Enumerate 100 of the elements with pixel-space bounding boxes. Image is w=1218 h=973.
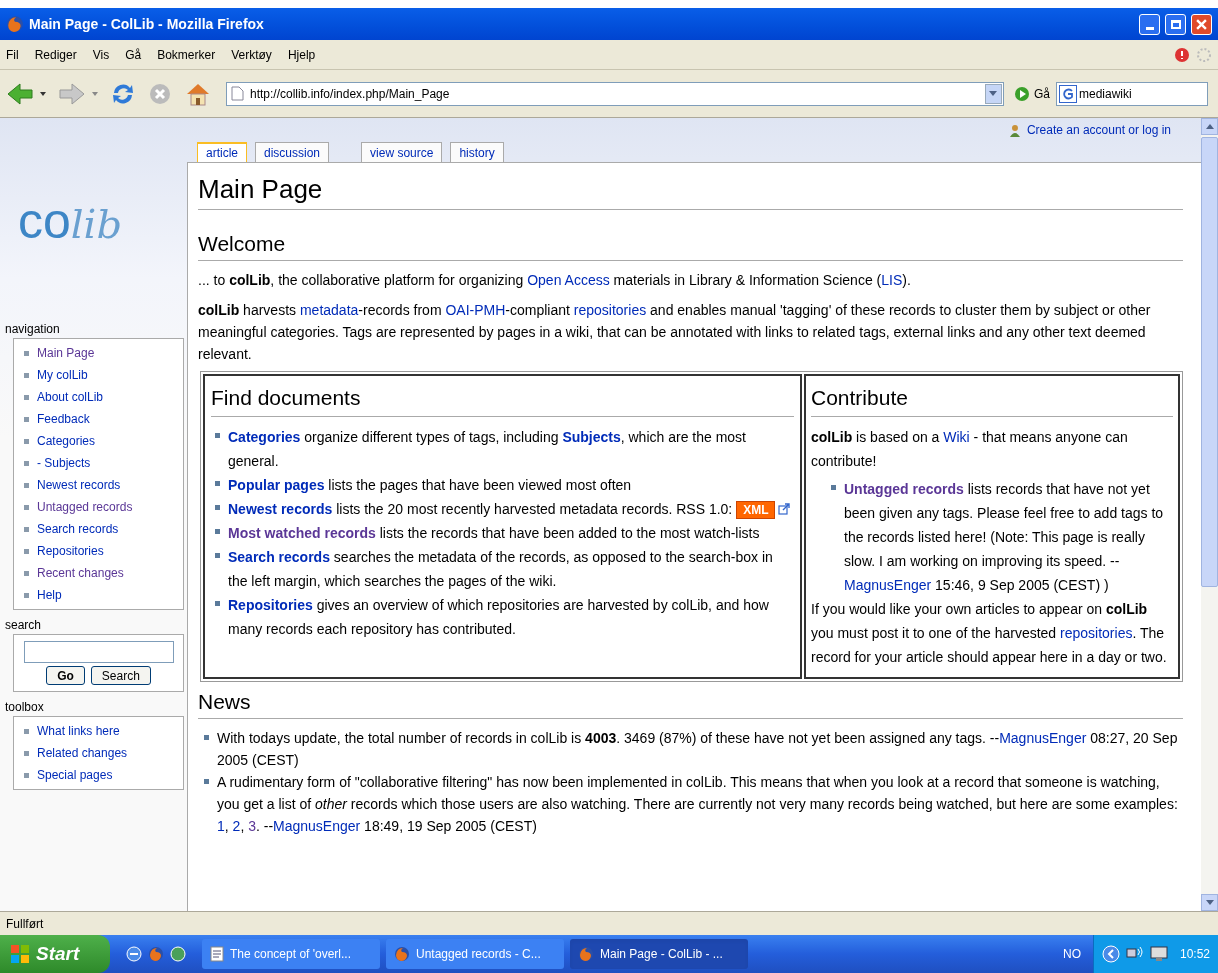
bullet-icon [24,526,29,532]
sidebar-link[interactable]: Related changes [37,742,128,764]
link[interactable]: Newest records [228,501,333,517]
taskbar-button[interactable]: The concept of 'overl... [202,939,380,969]
page-tab[interactable]: article [197,142,247,162]
sidebar-link[interactable]: Newest records [37,474,121,496]
user-icon [1008,123,1021,137]
menu-item[interactable]: Rediger [34,45,77,64]
bullet-icon [24,350,29,356]
section-heading: Contribute [811,384,1173,417]
firefox-icon [394,946,410,962]
link[interactable]: Subjects [562,429,621,445]
link[interactable]: LIS [881,272,903,288]
monitor-icon[interactable] [1149,946,1168,962]
go-button[interactable]: Gå [1014,84,1050,103]
menu-item[interactable]: Hjelp [287,45,316,64]
menu-item[interactable]: Fil [6,45,19,64]
sidebar-link[interactable]: Repositories [37,540,104,562]
bullet-icon [24,394,29,400]
maximize-button[interactable] [1165,13,1186,35]
sidebar-link[interactable]: About colLib [37,386,104,408]
sidebar-link[interactable]: Main Page [37,342,95,364]
scrollbar[interactable] [1201,118,1218,911]
search-button[interactable]: Go [46,666,85,685]
portlet-heading: toolbox [4,699,45,716]
bullet-icon [24,372,29,378]
sidebar-link[interactable]: Help [37,584,62,606]
paragraph: colLib is based on a Wiki - that means anyone can contribute! [811,428,1129,471]
page-tab[interactable]: discussion [255,142,330,162]
link[interactable]: Untagged records [844,481,964,497]
sidebar-link[interactable]: Feedback [37,408,90,430]
minimize-button[interactable] [1139,13,1160,35]
link[interactable]: Open Access [527,272,610,288]
list-item-text: With todays update, the total number of records in colLib is 4003. 3469 (87%) of these have not yet been assigned any tags. --MagnusEnger 08:27, 20 Sep 2005 (CEST) [217,729,1179,770]
search-input[interactable] [23,641,174,663]
sidebar-link[interactable]: What links here [37,720,120,742]
language-indicator[interactable]: NO [1062,945,1081,963]
browser-icon[interactable] [126,946,142,962]
bullet-icon [24,460,29,466]
sidebar-link[interactable]: Untagged records [37,496,133,518]
sidebar-link[interactable]: Special pages [37,764,113,786]
menu-item[interactable]: Gå [125,45,142,64]
menu-item[interactable]: Verktøy [231,45,272,64]
link[interactable]: Categories [228,429,301,445]
link[interactable]: Repositories [228,597,313,613]
dropdown-button[interactable] [985,83,1002,104]
link[interactable]: Search records [228,549,330,565]
link[interactable]: OAI-PMH [445,302,506,318]
list-item-text: Popular pages lists the pages that have been viewed most often [228,476,632,495]
link[interactable]: Most watched records [228,525,376,541]
list-item-text: A rudimentary form of "collaborative filtering" has now been implemented in colLib. This means that when you look at a record that someone is watching, you get a list of other records which those users are also watching. There are currently not very many records being watched, but here are some examples: 1, 2, 3. --MagnusEnger 18:49, 19 Sep 2005 (CEST) [217,773,1179,836]
bullet-icon [24,416,29,422]
globe-icon[interactable] [170,946,186,962]
menu-item[interactable]: Bokmerker [157,45,216,64]
address-field[interactable]: http://collib.info/index.php/Main_Page [226,81,1004,106]
bullet-icon [215,433,220,438]
login-link[interactable]: Create an account or log in [1026,121,1171,139]
list-item-text: Search records searches the metadata of the records, as opposed to the search-box in the left margin, which searches the pages of the wiki. [228,548,774,591]
scroll-thumb[interactable] [1201,137,1218,587]
scroll-down-button[interactable] [1201,894,1218,911]
sidebar-link[interactable]: Categories [37,430,96,452]
sidebar-link[interactable]: My colLib [37,364,88,386]
search-field[interactable]: mediawiki [1056,81,1208,106]
list-item-text: Categories organize different types of tags, including Subjects, which are the most general. [228,428,747,471]
link[interactable]: 3 [248,818,256,834]
link[interactable]: metadata [299,302,359,318]
chevron-icon[interactable] [1101,945,1120,963]
taskbar-button[interactable]: Untagged records - C... [386,939,564,969]
sidebar-link[interactable]: Recent changes [37,562,124,584]
section-heading: Find documents [211,384,794,417]
close-button[interactable] [1191,13,1212,35]
search-button[interactable]: Search [90,666,151,685]
link[interactable]: MagnusEnger [999,730,1087,746]
bullet-icon [24,482,29,488]
throbber-icon [1196,46,1212,63]
sidebar-link[interactable]: - Subjects [37,452,91,474]
document-icon [210,946,224,962]
scroll-up-button[interactable] [1201,118,1218,135]
link[interactable]: MagnusEnger [844,577,932,593]
status-text: Fullført [6,915,44,933]
caret-icon[interactable] [40,91,46,96]
link[interactable]: Wiki [943,429,970,445]
taskbar-button[interactable]: Main Page - ColLib - ... [570,939,748,969]
link[interactable]: 1 [217,818,225,834]
link[interactable]: repositories [573,302,647,318]
portlet-heading: navigation [4,321,61,338]
menu-item[interactable]: Vis [92,45,110,64]
list-item-text: Newest records lists the 20 most recently harvested metadata records. RSS 1.0: XML [228,497,791,521]
page-tab[interactable]: view source [361,142,443,162]
bullet-icon [24,504,29,510]
link[interactable]: MagnusEnger [273,818,361,834]
back-arrow-icon[interactable] [6,81,34,106]
play-icon [1014,85,1030,102]
site-logo: colib [18,196,122,246]
section-heading: Welcome [198,230,1183,261]
page-tab[interactable]: history [450,142,504,162]
link[interactable]: Popular pages [228,477,325,493]
bullet-icon [24,750,29,756]
firefox-icon [578,946,594,962]
sidebar-link[interactable]: Search records [37,518,119,540]
